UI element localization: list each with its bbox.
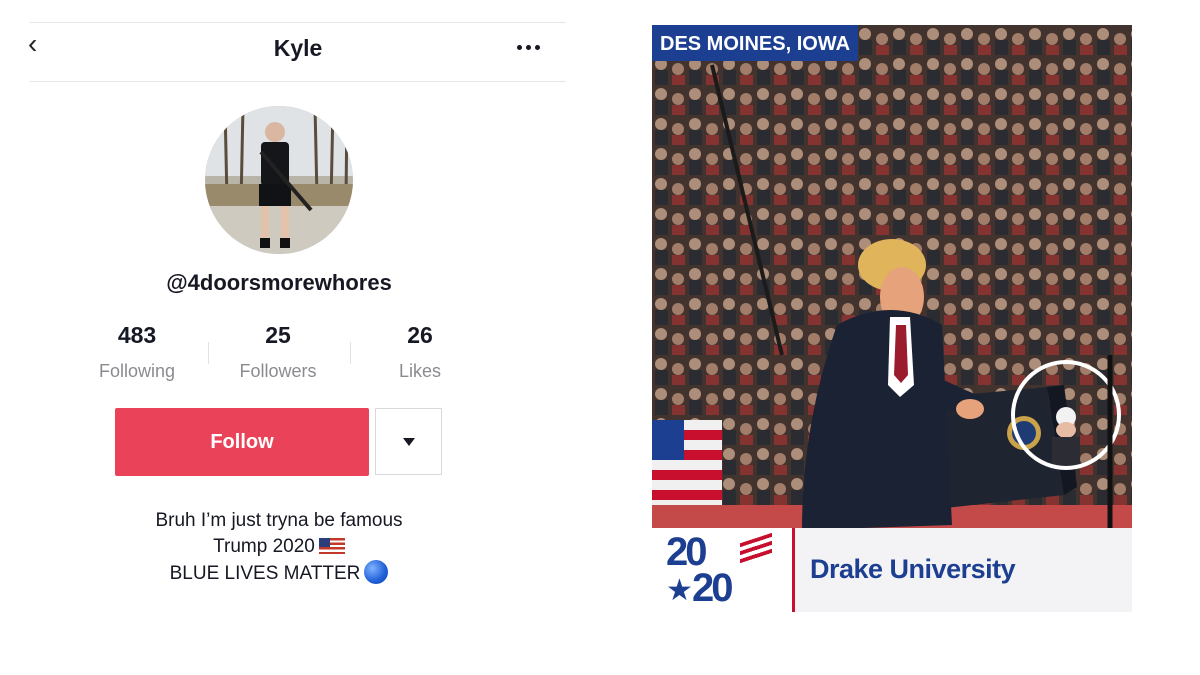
profile-screen: ‹ Kyle @4doorsmorewhores 483 Following 2… xyxy=(0,0,600,675)
avatar[interactable] xyxy=(205,106,353,254)
venue-name: Drake University xyxy=(810,554,1016,584)
location-chyron: DES MOINES, IOWA xyxy=(652,25,859,61)
us-flag-icon xyxy=(318,538,345,554)
stat-likes[interactable]: 26 Likes xyxy=(350,322,490,382)
blue-circle-icon xyxy=(364,560,389,584)
stat-followers[interactable]: 25 Followers xyxy=(208,322,348,382)
rally-crowd-scene xyxy=(652,25,1132,612)
bio-text: Trump 2020 xyxy=(213,536,315,557)
stat-label: Followers xyxy=(239,361,317,381)
stat-label: Likes xyxy=(398,361,442,381)
follow-button[interactable]: Follow xyxy=(115,408,369,476)
stat-label: Following xyxy=(98,361,176,381)
profile-name: Kyle xyxy=(273,35,323,61)
bio-text: BLUE LIVES MATTER xyxy=(169,563,361,584)
stat-value: 483 xyxy=(117,322,157,348)
more-options-icon[interactable] xyxy=(517,45,540,50)
logo-text: 20 xyxy=(692,566,733,610)
star-icon: ★ xyxy=(666,574,693,607)
bio-line: Bruh I’m just tryna be famous xyxy=(0,508,558,534)
suggested-accounts-button[interactable] xyxy=(375,408,442,475)
profile-header: ‹ Kyle xyxy=(28,22,566,82)
stat-value: 26 xyxy=(407,322,433,348)
news-broadcast-image: DES MOINES, IOWA 20 ★ 20 Drake Universit… xyxy=(652,25,1132,612)
2020-logo: 20 ★ 20 xyxy=(652,528,795,612)
bio-line: Trump 2020 xyxy=(0,534,558,560)
stat-following[interactable]: 483 Following xyxy=(67,322,207,382)
lower-third-banner: 20 ★ 20 Drake University xyxy=(652,528,1132,612)
bio-text: Bruh I’m just tryna be famous xyxy=(155,510,403,531)
profile-handle: @4doorsmorewhores xyxy=(166,270,392,295)
bio-line: BLUE LIVES MATTER xyxy=(0,560,558,587)
stat-value: 25 xyxy=(265,322,291,348)
profile-bio: Bruh I’m just tryna be famous Trump 2020… xyxy=(0,508,558,587)
caret-down-icon xyxy=(403,438,415,446)
stripes-icon xyxy=(740,532,772,566)
